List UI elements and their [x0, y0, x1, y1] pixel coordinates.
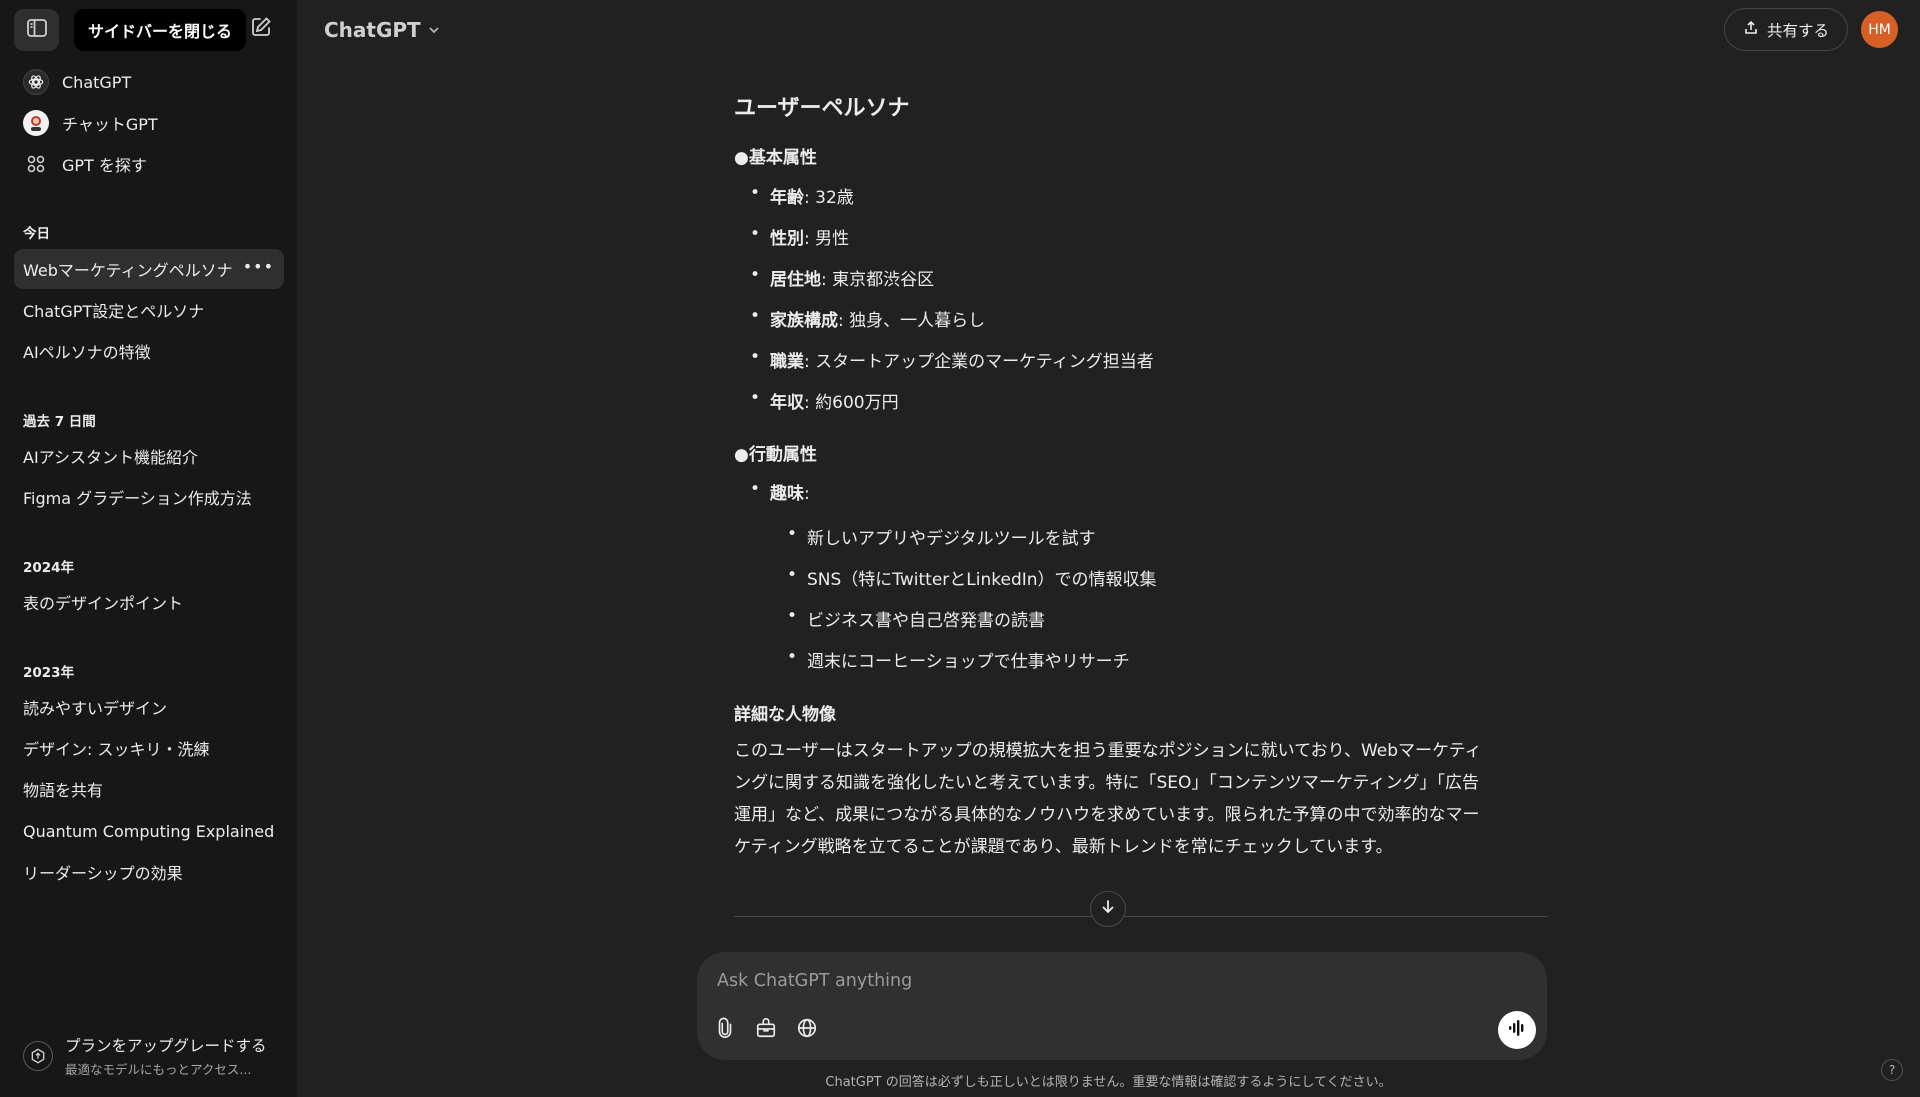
custom-gpt-avatar: [23, 110, 49, 136]
bullet: •: [750, 388, 761, 408]
chat-item[interactable]: AIアシスタント機能紹介: [14, 436, 284, 476]
bullet: •: [750, 479, 761, 499]
chat-item-label: 物語を共有: [23, 781, 104, 800]
arrow-down-icon: [1100, 899, 1116, 919]
message-title: ユーザーペルソナ: [734, 96, 910, 121]
sidebar-link-label: GPT を探す: [62, 156, 147, 175]
bullet: •: [787, 565, 798, 585]
detail-paragraph: このユーザーはスタートアップの規模拡大を担う重要なポジションに就いており、Web…: [734, 741, 1482, 857]
chat-item-active[interactable]: Webマーケティングペルソナ •••: [14, 249, 284, 289]
upgrade-icon: [23, 1041, 53, 1071]
chat-item-label: デザイン: スッキリ・洗練: [23, 740, 210, 759]
share-icon: [1743, 20, 1767, 40]
chat-item[interactable]: 読みやすいデザイン: [14, 687, 284, 727]
sidebar-section-title: 今日: [23, 226, 50, 242]
sidebar-link-label: ChatGPT: [62, 72, 132, 92]
composer: [697, 952, 1547, 1060]
upgrade-subtitle: 最適なモデルにもっとアクセス...: [65, 1062, 252, 1077]
chat-item[interactable]: ChatGPT設定とペルソナ: [14, 290, 284, 330]
share-button[interactable]: 共有する: [1724, 8, 1848, 51]
list-item: • 趣味:: [750, 479, 810, 504]
chat-item-label: リーダーシップの効果: [23, 864, 183, 883]
sidebar-toggle-icon: [25, 16, 49, 44]
sidebar-link-explore-gpts[interactable]: GPT を探す: [14, 145, 284, 183]
list-item: • 年齢: 32歳: [750, 183, 854, 208]
bullet: •: [750, 347, 761, 367]
basic-attributes-heading: ●基本属性: [734, 148, 817, 168]
behavior-attributes-heading: ●行動属性: [734, 445, 817, 465]
list-item: • 性別: 男性: [750, 224, 850, 249]
voice-mode-button[interactable]: [1498, 1011, 1536, 1049]
disclaimer: ChatGPT の回答は必ずしも正しいとは限りません。重要な情報は確認するように…: [825, 1075, 1392, 1090]
chat-item[interactable]: デザイン: スッキリ・洗練: [14, 728, 284, 768]
tools-button[interactable]: [748, 1012, 784, 1048]
openai-icon: [23, 69, 49, 95]
chat-item[interactable]: 物語を共有: [14, 769, 284, 809]
bullet: •: [750, 224, 761, 244]
chat-item-label: 読みやすいデザイン: [23, 699, 168, 718]
user-avatar[interactable]: HM: [1861, 11, 1898, 48]
sidebar-link-custom-gpt[interactable]: チャットGPT: [14, 104, 284, 142]
new-chat-button[interactable]: [244, 12, 278, 46]
paperclip-icon: [714, 1017, 736, 1043]
list-item: • 年収: 約600万円: [750, 388, 899, 413]
model-selector[interactable]: ChatGPT: [314, 10, 451, 50]
globe-icon: [796, 1017, 818, 1043]
sidebar: サイドバーを閉じる ChatGPT チャットGPT GPT を探す 今日 Web…: [0, 0, 297, 1097]
chat-item-label: AIペルソナの特徴: [23, 343, 151, 362]
sub-list-item: • ビジネス書や自己啓発書の読書: [787, 606, 1045, 631]
chat-item[interactable]: Figma グラデーション作成方法: [14, 477, 284, 517]
more-options-button[interactable]: •••: [243, 257, 274, 276]
sidebar-link-label: チャットGPT: [62, 115, 158, 134]
close-sidebar-button[interactable]: [14, 9, 59, 51]
sidebar-link-chatgpt[interactable]: ChatGPT: [14, 63, 284, 101]
chat-item-label: Figma グラデーション作成方法: [23, 489, 252, 508]
edit-icon: [249, 15, 273, 43]
chat-item-label: ChatGPT設定とペルソナ: [23, 302, 205, 321]
sub-list-item: • 新しいアプリやデジタルツールを試す: [787, 524, 1096, 549]
bullet: •: [787, 647, 798, 667]
tooltip: サイドバーを閉じる: [74, 9, 247, 51]
sidebar-section-title: 過去 7 日間: [23, 414, 96, 430]
chat-item-label: 表のデザインポイント: [23, 594, 184, 613]
chat-item[interactable]: AIペルソナの特徴: [14, 331, 284, 371]
attach-button[interactable]: [707, 1012, 743, 1048]
prompt-input[interactable]: [717, 968, 1417, 994]
bullet: •: [787, 524, 798, 544]
web-search-button[interactable]: [789, 1012, 825, 1048]
list-item: • 居住地: 東京都渋谷区: [750, 265, 935, 290]
grid-icon: [23, 151, 49, 177]
chat-item-label: AIアシスタント機能紹介: [23, 448, 199, 467]
share-label: 共有する: [1766, 21, 1829, 40]
bullet: •: [750, 183, 761, 203]
model-name: ChatGPT: [324, 18, 421, 42]
divider: [734, 916, 1548, 917]
upgrade-title: プランをアップグレードする: [65, 1037, 267, 1055]
bullet: •: [750, 265, 761, 285]
bullet: •: [787, 606, 798, 626]
scroll-to-bottom-button[interactable]: [1090, 891, 1126, 927]
chat-item[interactable]: 表のデザインポイント: [14, 582, 284, 622]
chevron-down-icon: [421, 18, 441, 42]
help-button[interactable]: ?: [1881, 1059, 1903, 1081]
list-item: • 職業: スタートアップ企業のマーケティング担当者: [750, 347, 1154, 372]
sub-list-item: • SNS（特にTwitterとLinkedIn）での情報収集: [787, 565, 1157, 590]
upgrade-plan-button[interactable]: プランをアップグレードする 最適なモデルにもっとアクセス...: [14, 1034, 284, 1078]
list-item: • 家族構成: 独身、一人暮らし: [750, 306, 986, 331]
chat-item-label: Quantum Computing Explained: [23, 821, 275, 841]
detail-heading: 詳細な人物像: [734, 705, 836, 725]
chat-item[interactable]: Quantum Computing Explained: [14, 811, 284, 851]
chat-item[interactable]: リーダーシップの効果: [14, 852, 284, 892]
bullet: •: [750, 306, 761, 326]
toolbox-icon: [755, 1017, 777, 1043]
waveform-icon: [1507, 1018, 1527, 1042]
chat-item-label: Webマーケティングペルソナ: [23, 261, 233, 280]
sub-list-item: • 週末にコーヒーショップで仕事やリサーチ: [787, 647, 1130, 672]
sidebar-section-title: 2023年: [23, 665, 75, 681]
sidebar-section-title: 2024年: [23, 560, 75, 576]
